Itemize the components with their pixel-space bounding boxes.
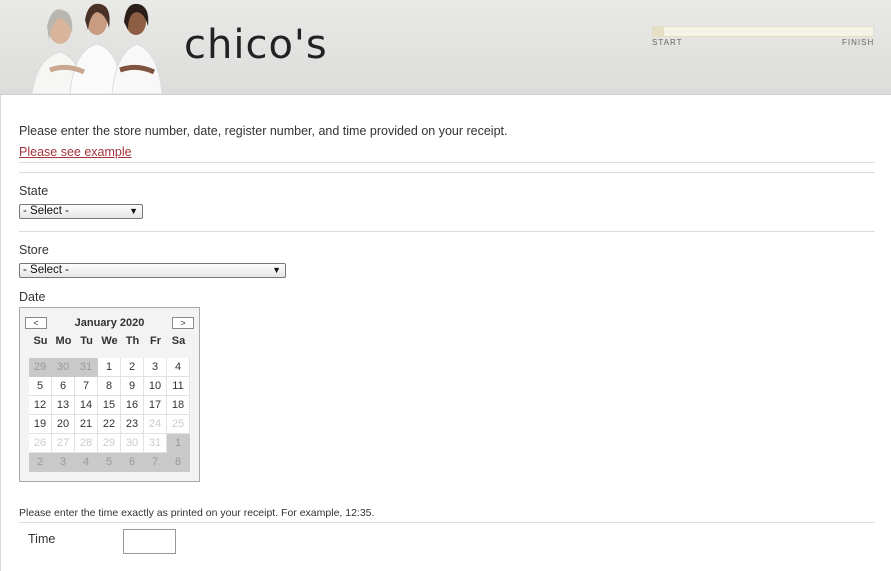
calendar-day-grid: 29 30 31 1 2 3 4 5 6 7 8 9 10 11 12 13 14 15 16 17 18 19 20 21 2… [29,358,190,472]
calendar-day-disabled: 30 [121,434,144,453]
see-example-link[interactable]: Please see example [19,145,132,159]
calendar-day-disabled: 31 [144,434,167,453]
calendar-day[interactable]: 13 [52,396,75,415]
chicos-logo: chico's [184,22,328,68]
calendar-day[interactable]: 2 [121,358,144,377]
calendar-day[interactable]: 14 [75,396,98,415]
weekday-label: We [101,335,118,347]
calendar-day[interactable]: 11 [167,377,190,396]
progress-finish-label: FINISH [842,38,875,47]
calendar-next-button[interactable]: > [172,317,194,329]
state-label: State [19,184,49,198]
calendar-day[interactable]: 21 [75,415,98,434]
calendar-day[interactable]: 8 [98,377,121,396]
calendar-day[interactable]: 9 [121,377,144,396]
calendar-day[interactable]: 7 [75,377,98,396]
calendar-day[interactable]: 17 [144,396,167,415]
time-input[interactable] [123,529,176,554]
intro-text: Please enter the store number, date, reg… [19,124,508,138]
calendar-day[interactable]: 5 [29,377,52,396]
calendar-day-disabled: 6 [121,453,144,472]
calendar-day-disabled: 5 [98,453,121,472]
calendar-day[interactable]: 23 [121,415,144,434]
calendar-day[interactable]: 18 [167,396,190,415]
calendar-day[interactable]: 1 [98,358,121,377]
chevron-left-icon: < [33,318,39,328]
calendar-day-disabled: 25 [167,415,190,434]
store-select-value: - Select - [23,264,70,276]
weekday-label: Th [125,335,140,347]
calendar-day[interactable]: 10 [144,377,167,396]
weekday-label: Fr [150,335,161,347]
calendar-day[interactable]: 3 [144,358,167,377]
header-banner: chico's START FINISH [0,0,891,95]
chevron-right-icon: > [180,318,186,328]
calendar-day-disabled: 29 [98,434,121,453]
left-border [0,94,1,571]
calendar-day-disabled: 7 [144,453,167,472]
calendar-day-disabled: 27 [52,434,75,453]
divider [19,231,875,232]
calendar-day-disabled: 2 [29,453,52,472]
progress-bar-fill [653,27,664,36]
calendar-prev-button[interactable]: < [25,317,47,329]
calendar-day-disabled: 31 [75,358,98,377]
calendar-day[interactable]: 4 [167,358,190,377]
divider [19,522,875,523]
weekday-label: Su [33,335,48,347]
time-label: Time [28,532,56,546]
store-select[interactable]: - Select - ▼ [19,263,286,278]
divider [19,162,875,163]
calendar-day-disabled: 26 [29,434,52,453]
time-instructions: Please enter the time exactly as printed… [19,507,375,519]
store-label: Store [19,243,49,257]
date-calendar: January 2020 < > Su Mo Tu We Th Fr Sa 29 30 31 1 2… [19,307,200,482]
calendar-day-disabled: 8 [167,453,190,472]
dropdown-arrow-icon: ▼ [272,265,281,275]
state-select-value: - Select - [23,205,70,217]
calendar-day[interactable]: 16 [121,396,144,415]
progress-bar [652,26,874,37]
date-label: Date [19,290,46,304]
calendar-day-disabled: 30 [52,358,75,377]
survey-page: chico's START FINISH Please enter the st… [0,0,891,571]
calendar-day-disabled: 3 [52,453,75,472]
calendar-day-disabled: 4 [75,453,98,472]
divider [19,172,875,173]
weekday-label: Tu [80,335,93,347]
dropdown-arrow-icon: ▼ [129,206,138,216]
state-select[interactable]: - Select - ▼ [19,204,143,219]
weekday-label: Mo [55,335,72,347]
calendar-day[interactable]: 19 [29,415,52,434]
hero-models-image [31,3,163,94]
weekday-label: Sa [171,335,186,347]
calendar-day-disabled: 29 [29,358,52,377]
progress-start-label: START [652,38,683,47]
calendar-day[interactable]: 20 [52,415,75,434]
calendar-day[interactable]: 6 [52,377,75,396]
calendar-day[interactable]: 12 [29,396,52,415]
calendar-day-disabled: 28 [75,434,98,453]
calendar-day-disabled: 1 [167,434,190,453]
calendar-day-disabled: 24 [144,415,167,434]
calendar-day[interactable]: 22 [98,415,121,434]
calendar-day[interactable]: 15 [98,396,121,415]
